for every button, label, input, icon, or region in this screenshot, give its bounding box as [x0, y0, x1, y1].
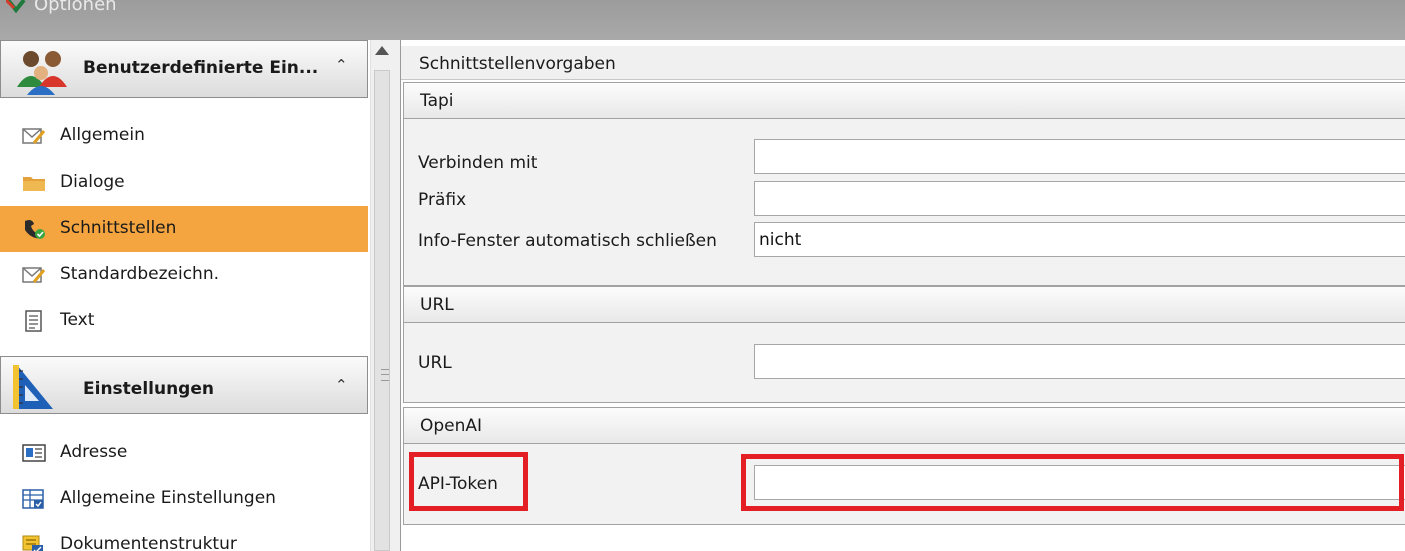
- nav-item-dokumentenstruktur[interactable]: Dokumentenstruktur: [0, 522, 368, 551]
- grip-icon: [381, 369, 389, 381]
- panel-splitter[interactable]: [392, 40, 401, 551]
- panel-header: Schnittstellenvorgaben: [401, 46, 1405, 80]
- section-tapi: Tapi Verbinden mit Präfix Info-Fenster a…: [403, 82, 1405, 286]
- field-label: URL: [418, 353, 452, 373]
- scroll-up-arrow-icon[interactable]: [375, 46, 389, 55]
- options-navigation: Benutzerdefinierte Ein... ⌃ Allgemein Di…: [0, 40, 370, 551]
- group-label: Einstellungen: [83, 379, 214, 399]
- field-label: Präfix: [418, 190, 467, 210]
- section-title: URL: [420, 295, 454, 315]
- section-url: URL URL: [403, 286, 1405, 403]
- section-header: URL: [404, 287, 1405, 323]
- nav-item-dialoge[interactable]: Dialoge: [0, 160, 368, 206]
- title-bar: Optionen: [0, 0, 1405, 40]
- edit-envelope-icon: [22, 128, 46, 144]
- nav-item-allgemein[interactable]: Allgemein: [0, 113, 368, 159]
- group-header-benutzerdefiniert[interactable]: Benutzerdefinierte Ein... ⌃: [0, 40, 368, 98]
- section-title: Tapi: [420, 91, 454, 111]
- nav-item-adresse[interactable]: Adresse: [0, 430, 368, 476]
- app-icon: [6, 0, 26, 14]
- section-header: OpenAI: [404, 408, 1405, 444]
- nav-item-allgemeine-einstellungen[interactable]: Allgemeine Einstellungen: [0, 476, 368, 522]
- group-label: Benutzerdefinierte Ein...: [83, 58, 319, 78]
- document-structure-icon: [22, 535, 43, 551]
- nav-item-schnittstellen[interactable]: Schnittstellen: [0, 206, 368, 252]
- text-document-icon: [25, 310, 42, 332]
- highlight-box-label: [409, 452, 528, 511]
- verbinden-mit-input[interactable]: [754, 139, 1405, 174]
- field-label: Info-Fenster automatisch schließen: [418, 231, 717, 251]
- url-input[interactable]: [754, 344, 1405, 379]
- panel-title: Schnittstellenvorgaben: [419, 54, 616, 74]
- section-header: Tapi: [404, 83, 1405, 119]
- ruler-triangle-icon: [13, 365, 53, 409]
- address-card-icon: [22, 444, 46, 462]
- info-fenster-select[interactable]: [754, 222, 1405, 257]
- nav-item-standardbezeichn[interactable]: Standardbezeichn.: [0, 252, 368, 298]
- highlight-box-input: [741, 454, 1404, 511]
- folder-icon: [23, 177, 45, 191]
- field-label: Verbinden mit: [418, 153, 538, 173]
- collapse-chevron-icon[interactable]: ⌃: [335, 56, 348, 74]
- collapse-chevron-icon[interactable]: ⌃: [335, 376, 348, 394]
- praefix-input[interactable]: [754, 181, 1405, 216]
- edit-envelope-icon: [22, 267, 46, 283]
- window-title: Optionen: [34, 0, 117, 15]
- navigation-scrollbar[interactable]: [370, 40, 392, 551]
- group-header-einstellungen[interactable]: Einstellungen ⌃: [0, 356, 368, 414]
- scrollbar-thumb[interactable]: [374, 70, 390, 551]
- phone-check-icon: [25, 220, 45, 239]
- section-title: OpenAI: [420, 416, 483, 436]
- settings-table-icon: [22, 489, 44, 509]
- users-icon: [17, 51, 67, 95]
- nav-item-text[interactable]: Text: [0, 298, 368, 344]
